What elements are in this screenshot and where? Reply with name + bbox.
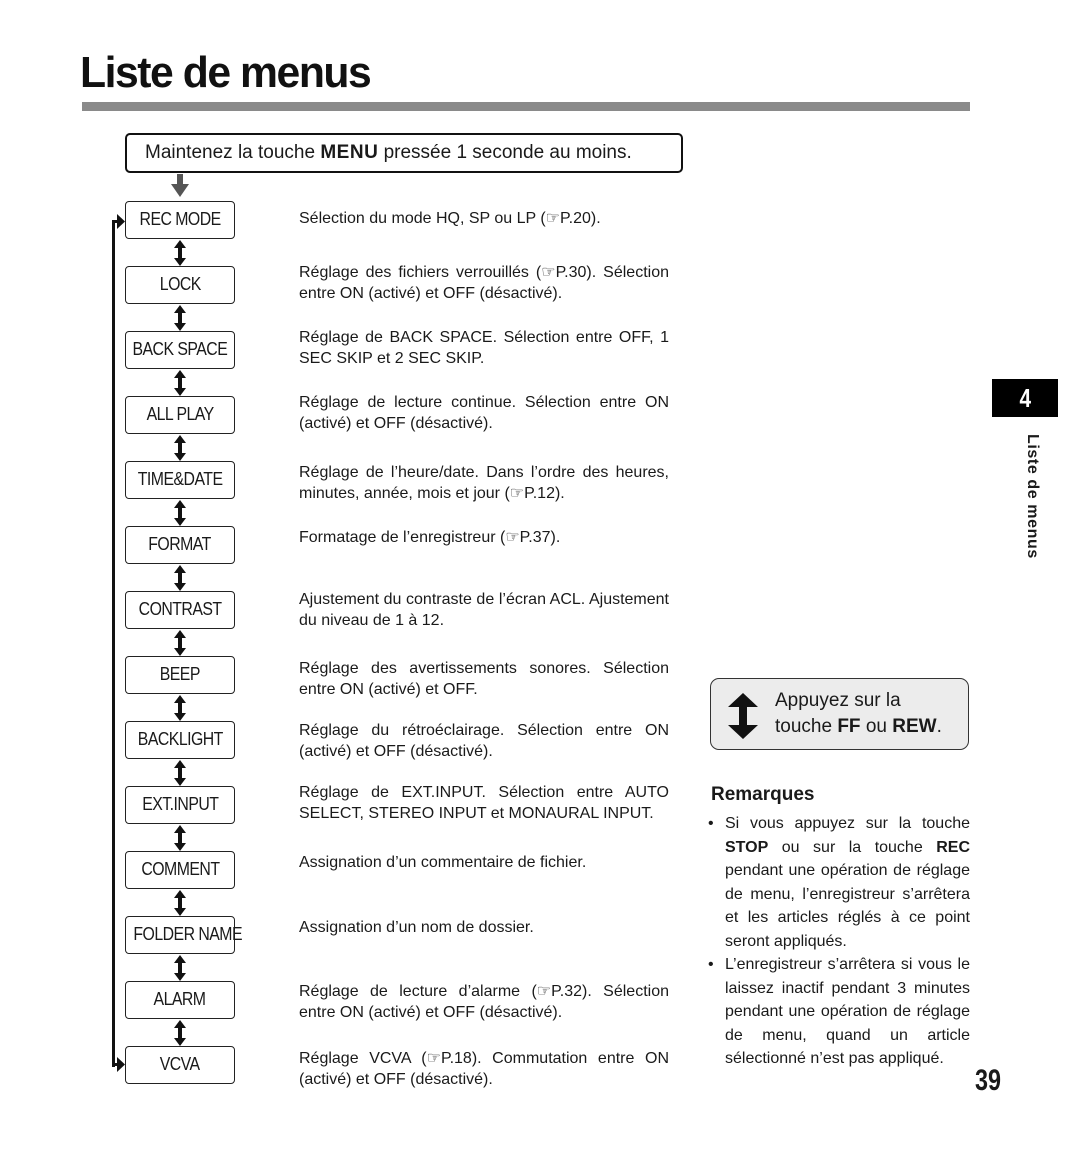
ff-key-label: FF bbox=[837, 716, 861, 737]
start-instruction-box: Maintenez la touche MENU pressée 1 secon… bbox=[125, 133, 683, 173]
menu-item-label: TIME&DATE bbox=[137, 469, 223, 489]
menu-item-description: Réglage VCVA (☞P.18). Commutation entre … bbox=[299, 1050, 669, 1088]
menu-item-label: LOCK bbox=[159, 274, 201, 294]
up-down-arrow-icon bbox=[173, 435, 187, 461]
menu-item-label: FORMAT bbox=[148, 534, 212, 554]
chapter-number: 4 bbox=[1019, 383, 1031, 413]
up-down-arrow-icon bbox=[173, 955, 187, 981]
menu-item-box: COMMENT bbox=[125, 851, 235, 889]
menu-item-description: Réglage de EXT.INPUT. Sélection entre AU… bbox=[299, 784, 669, 822]
menu-item-label: CONTRAST bbox=[138, 599, 222, 619]
page-number: 39 bbox=[975, 1064, 1008, 1098]
remark-text: Si vous appuyez sur la touche bbox=[725, 815, 970, 832]
menu-item-description: Formatage de l’enregistreur (☞P.37). bbox=[299, 529, 561, 546]
up-down-arrow-icon bbox=[173, 305, 187, 331]
up-down-arrow-icon bbox=[173, 565, 187, 591]
up-down-arrow-icon bbox=[173, 630, 187, 656]
menu-item-label: BACK SPACE bbox=[132, 339, 228, 359]
menu-item-label: VCVA bbox=[160, 1054, 200, 1074]
down-arrow-icon bbox=[171, 174, 189, 197]
menu-item-box: VCVA bbox=[125, 1046, 235, 1084]
menu-item-description: Sélection du mode HQ, SP ou LP (☞P.20). bbox=[299, 210, 601, 227]
menu-item-description: Ajustement du contraste de l’écran ACL. … bbox=[299, 591, 669, 629]
page-title: Liste de menus bbox=[80, 48, 372, 97]
up-down-arrow-icon bbox=[173, 500, 187, 526]
menu-item-label: ALL PLAY bbox=[146, 404, 214, 424]
menu-item-label: BEEP bbox=[159, 664, 201, 684]
rec-key-label: REC bbox=[936, 838, 970, 856]
up-down-arrow-icon bbox=[173, 825, 187, 851]
menu-item-box: BACKLIGHT bbox=[125, 721, 235, 759]
page-number-text: 39 bbox=[975, 1064, 1002, 1097]
loop-arrow-right-icon bbox=[112, 214, 125, 229]
side-section-label: Liste de menus bbox=[1024, 434, 1041, 559]
navigation-hint-box: Appuyez sur la touche FF ou REW. bbox=[710, 678, 969, 750]
menu-item-box: ALL PLAY bbox=[125, 396, 235, 434]
menu-item-description: Réglage des fichiers verrouillés (☞P.30)… bbox=[299, 264, 669, 302]
menu-item-description: Réglage du rétroéclairage. Sélection ent… bbox=[299, 722, 669, 760]
menu-item-label: BACKLIGHT bbox=[137, 729, 223, 749]
menu-item-label: EXT.INPUT bbox=[141, 794, 219, 814]
menu-item-description: Réglage de l’heure/date. Dans l’ordre de… bbox=[299, 464, 669, 502]
menu-item-description: Réglage de lecture d’alarme (☞P.32). Sél… bbox=[299, 983, 669, 1021]
menu-key-label: MENU bbox=[320, 142, 379, 163]
menu-item-label: COMMENT bbox=[140, 859, 220, 879]
menu-item-label: ALARM bbox=[154, 989, 206, 1009]
up-down-arrow-icon bbox=[173, 1020, 187, 1046]
menu-item-description: Assignation d’un commentaire de fichier. bbox=[299, 854, 587, 871]
start-text-after: pressée 1 seconde au moins. bbox=[378, 142, 632, 163]
menu-item-box: EXT.INPUT bbox=[125, 786, 235, 824]
remark-item: Si vous appuyez sur la touche STOP ou su… bbox=[708, 812, 970, 953]
chapter-tab: 4 bbox=[992, 379, 1058, 417]
remarks-list: Si vous appuyez sur la touche STOP ou su… bbox=[708, 812, 970, 1071]
menu-item-label: REC MODE bbox=[139, 209, 221, 229]
menu-item-box: BEEP bbox=[125, 656, 235, 694]
loop-arrow-right-icon bbox=[112, 1057, 125, 1072]
menu-item-box: REC MODE bbox=[125, 201, 235, 239]
up-down-arrow-icon bbox=[173, 695, 187, 721]
menu-item-description: Réglage de BACK SPACE. Sélection entre O… bbox=[299, 329, 669, 367]
menu-item-box: LOCK bbox=[125, 266, 235, 304]
menu-item-box: ALARM bbox=[125, 981, 235, 1019]
up-down-arrow-icon bbox=[173, 760, 187, 786]
menu-item-description: Réglage de lecture continue. Sélection e… bbox=[299, 394, 669, 432]
menu-item-box: CONTRAST bbox=[125, 591, 235, 629]
navigation-hint-text: Appuyez sur la touche FF ou REW. bbox=[775, 688, 942, 740]
remark-item: L’enregistreur s’arrêtera si vous le lai… bbox=[708, 953, 970, 1071]
up-down-arrow-icon bbox=[728, 693, 758, 739]
navigation-hint-line1: Appuyez sur la bbox=[775, 690, 901, 711]
menu-item-box: FOLDER NAME bbox=[125, 916, 243, 954]
loop-connector-line bbox=[112, 222, 115, 1067]
remark-text: pendant une opération de réglage de menu… bbox=[725, 862, 970, 950]
up-down-arrow-icon bbox=[173, 890, 187, 916]
menu-item-description: Assignation d’un nom de dossier. bbox=[299, 919, 534, 936]
remark-text: ou sur la touche bbox=[768, 838, 937, 856]
rew-key-label: REW bbox=[892, 716, 937, 737]
up-down-arrow-icon bbox=[173, 240, 187, 266]
menu-item-box: FORMAT bbox=[125, 526, 235, 564]
start-text-before: Maintenez la touche bbox=[145, 142, 321, 163]
menu-item-box: TIME&DATE bbox=[125, 461, 235, 499]
title-rule bbox=[82, 102, 970, 111]
navigation-hint-line2: touche FF ou REW. bbox=[775, 714, 942, 740]
navigation-hint-text-part: ou bbox=[860, 716, 893, 737]
menu-item-label: FOLDER NAME bbox=[133, 924, 243, 944]
menu-item-description: Réglage des avertissements sonores. Séle… bbox=[299, 660, 669, 698]
remarks-heading: Remarques bbox=[711, 784, 815, 805]
navigation-hint-text-part: touche bbox=[775, 716, 838, 737]
stop-key-label: STOP bbox=[725, 838, 769, 856]
menu-item-box: BACK SPACE bbox=[125, 331, 235, 369]
up-down-arrow-icon bbox=[173, 370, 187, 396]
navigation-hint-text-part: . bbox=[936, 716, 942, 737]
